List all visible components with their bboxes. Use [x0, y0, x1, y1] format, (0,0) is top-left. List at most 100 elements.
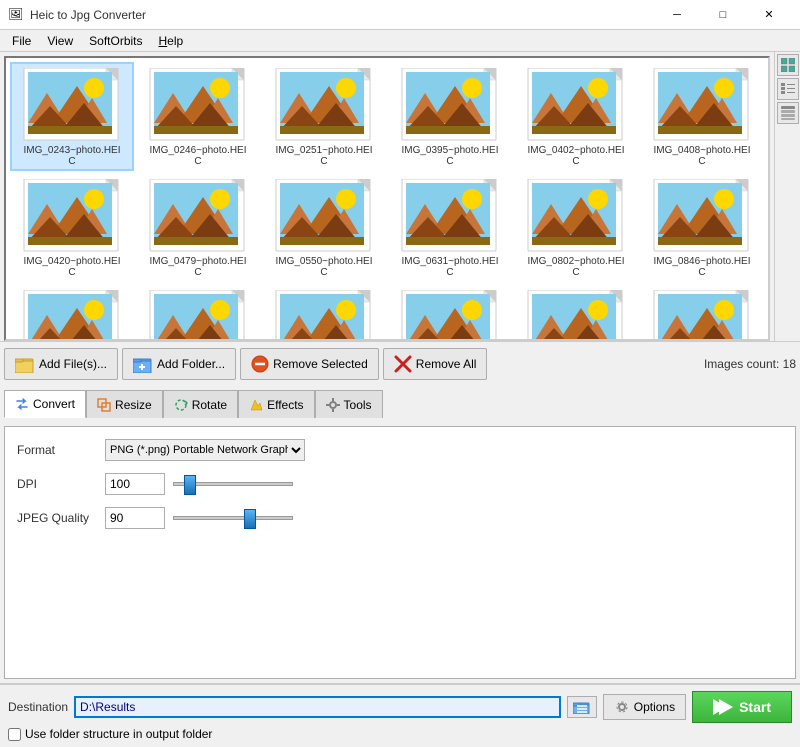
main-content: IMG_0243~photo.HEIC IMG_0246~photo.HEIC	[0, 52, 800, 683]
add-folder-icon	[133, 355, 153, 373]
file-item[interactable]: IMG_0479~photo.HEIC	[136, 173, 260, 282]
tabs-panel: Convert Resize Rotate	[0, 386, 800, 683]
tab-tools[interactable]: Tools	[315, 390, 383, 418]
view-details-btn[interactable]	[777, 102, 799, 124]
dpi-label: DPI	[17, 477, 97, 491]
jpeg-slider-thumb[interactable]	[244, 509, 256, 529]
format-select[interactable]: PNG (*.png) Portable Network Graphics	[105, 439, 305, 461]
menu-help[interactable]: Help	[151, 30, 192, 51]
file-item[interactable]: IMG_1244~photo.HEIC	[640, 284, 764, 341]
file-item[interactable]: IMG_0631~photo.HEIC	[388, 173, 512, 282]
close-button[interactable]: ✕	[746, 0, 792, 30]
file-thumbnail	[400, 290, 500, 341]
file-item[interactable]: IMG_0243~photo.HEIC	[10, 62, 134, 171]
tab-effects[interactable]: Effects	[238, 390, 314, 418]
effects-icon	[249, 398, 263, 412]
file-name: IMG_0631~photo.HEIC	[400, 256, 500, 278]
tabs-header: Convert Resize Rotate	[4, 390, 796, 418]
file-item[interactable]: IMG_0408~photo.HEIC	[640, 62, 764, 171]
options-gear-icon	[614, 699, 630, 715]
file-item[interactable]: IMG_0846~photo.HEIC	[640, 173, 764, 282]
file-grid-container[interactable]: IMG_0243~photo.HEIC IMG_0246~photo.HEIC	[4, 56, 770, 341]
dpi-slider-thumb[interactable]	[184, 475, 196, 495]
jpeg-slider-track[interactable]	[173, 516, 293, 520]
file-thumbnail	[652, 68, 752, 143]
destination-input[interactable]	[74, 696, 561, 718]
file-item[interactable]: IMG_0901~photo.HEIC	[10, 284, 134, 341]
file-name: IMG_0251~photo.HEIC	[274, 145, 374, 167]
images-count: Images count: 18	[704, 357, 796, 371]
file-item[interactable]: IMG_0802~photo.HEIC	[514, 173, 638, 282]
destination-row: Destination Options Start	[8, 691, 792, 723]
tab-resize[interactable]: Resize	[86, 390, 163, 418]
file-thumbnail	[652, 290, 752, 341]
list-view-icon	[781, 82, 795, 96]
file-item[interactable]: IMG_0251~photo.HEIC	[262, 62, 386, 171]
file-name: IMG_0395~photo.HEIC	[400, 145, 500, 167]
file-item[interactable]: IMG_0550~photo.HEIC	[262, 173, 386, 282]
tab-convert-content: Format PNG (*.png) Portable Network Grap…	[4, 426, 796, 679]
file-thumbnail	[22, 179, 122, 254]
details-view-icon	[781, 106, 795, 120]
add-folder-button[interactable]: Add Folder...	[122, 348, 236, 380]
rotate-icon	[174, 398, 188, 412]
file-thumbnail	[652, 179, 752, 254]
view-mode-panel	[774, 52, 800, 341]
menu-softorbits[interactable]: SoftOrbits	[81, 30, 150, 51]
tab-convert[interactable]: Convert	[4, 390, 86, 418]
file-item[interactable]: IMG_1155~photo.HEIC	[388, 284, 512, 341]
tab-rotate[interactable]: Rotate	[163, 390, 238, 418]
browse-destination-button[interactable]	[567, 696, 597, 718]
file-name: IMG_0408~photo.HEIC	[652, 145, 752, 167]
file-name: IMG_0479~photo.HEIC	[148, 256, 248, 278]
folder-structure-checkbox[interactable]	[8, 728, 21, 741]
tools-icon	[326, 398, 340, 412]
remove-selected-icon	[251, 355, 269, 373]
start-button[interactable]: Start	[692, 691, 792, 723]
file-item[interactable]: IMG_0246~photo.HEIC	[136, 62, 260, 171]
minimize-button[interactable]: ─	[654, 0, 700, 30]
title-bar: 🖼 Heic to Jpg Converter ─ □ ✕	[0, 0, 800, 30]
file-item[interactable]: IMG_0942~photo.HEIC	[136, 284, 260, 341]
folder-structure-label: Use folder structure in output folder	[25, 727, 212, 741]
view-thumbnail-btn[interactable]	[777, 54, 799, 76]
menu-view[interactable]: View	[39, 30, 81, 51]
dpi-slider-track[interactable]	[173, 482, 293, 486]
toolbar: Add File(s)... Add Folder... Remove Sele…	[0, 341, 800, 386]
start-arrow-icon	[713, 698, 733, 716]
file-thumbnail	[526, 179, 626, 254]
file-name: IMG_0846~photo.HEIC	[652, 256, 752, 278]
file-item[interactable]: IMG_1012~photo.HEIC	[262, 284, 386, 341]
file-name: IMG_0243~photo.HEIC	[22, 145, 122, 167]
dpi-slider-container	[173, 482, 783, 486]
options-button[interactable]: Options	[603, 694, 686, 720]
file-item[interactable]: IMG_1203~photo.HEIC	[514, 284, 638, 341]
file-item[interactable]: IMG_0395~photo.HEIC	[388, 62, 512, 171]
remove-all-button[interactable]: Remove All	[383, 348, 488, 380]
file-thumbnail	[274, 68, 374, 143]
left-area: IMG_0243~photo.HEIC IMG_0246~photo.HEIC	[0, 52, 800, 683]
thumbnail-view-icon	[781, 58, 795, 72]
file-thumbnail	[526, 290, 626, 341]
remove-selected-button[interactable]: Remove Selected	[240, 348, 379, 380]
file-name: IMG_0550~photo.HEIC	[274, 256, 374, 278]
file-name: IMG_0420~photo.HEIC	[22, 256, 122, 278]
file-item[interactable]: IMG_0402~photo.HEIC	[514, 62, 638, 171]
jpeg-quality-label: JPEG Quality	[17, 511, 97, 525]
maximize-button[interactable]: □	[700, 0, 746, 30]
jpeg-quality-input[interactable]	[105, 507, 165, 529]
file-thumbnail	[148, 179, 248, 254]
file-name: IMG_0246~photo.HEIC	[148, 145, 248, 167]
file-name: IMG_0802~photo.HEIC	[526, 256, 626, 278]
file-thumbnail	[22, 68, 122, 143]
view-list-btn[interactable]	[777, 78, 799, 100]
menu-file[interactable]: File	[4, 30, 39, 51]
add-files-button[interactable]: Add File(s)...	[4, 348, 118, 380]
dpi-input[interactable]	[105, 473, 165, 495]
remove-all-icon	[394, 355, 412, 373]
file-thumbnail	[148, 290, 248, 341]
format-row: Format PNG (*.png) Portable Network Grap…	[17, 439, 783, 461]
file-thumbnail	[400, 68, 500, 143]
file-item[interactable]: IMG_0420~photo.HEIC	[10, 173, 134, 282]
convert-icon	[15, 397, 29, 411]
